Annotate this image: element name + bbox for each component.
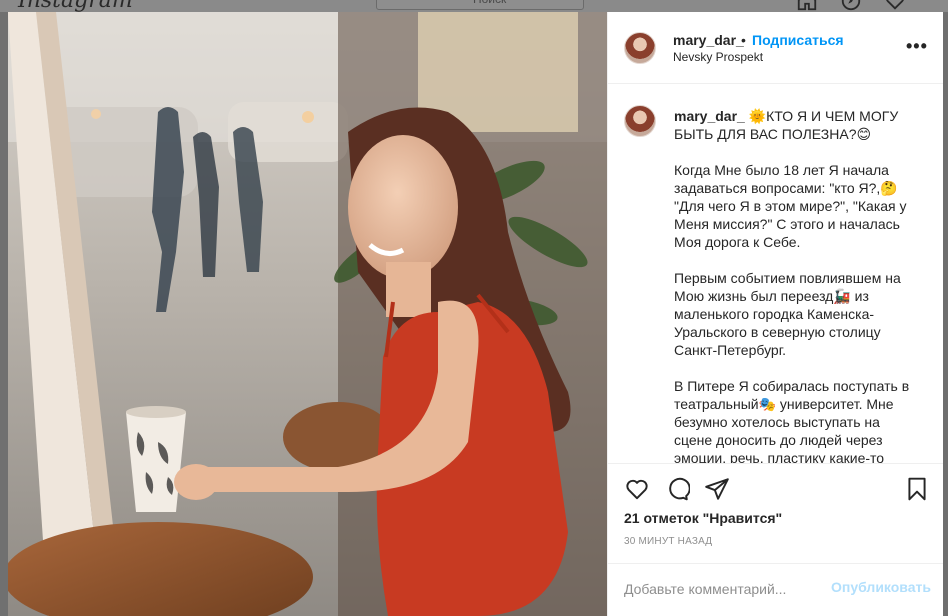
comment-input[interactable] bbox=[624, 578, 824, 600]
publish-button[interactable]: Опубликовать bbox=[831, 579, 931, 595]
instagram-logo: Instagram bbox=[18, 0, 133, 12]
comment-icon[interactable] bbox=[664, 476, 690, 502]
post-photo bbox=[8, 12, 607, 616]
caption-paragraph-1: Когда Мне было 18 лет Я начала задаватьс… bbox=[674, 162, 907, 250]
share-icon[interactable] bbox=[704, 476, 730, 502]
post-panel: mary_dar_ • Подписаться Nevsky Prospekt … bbox=[607, 12, 944, 616]
likes-count[interactable]: 21 отметок "Нравится" bbox=[624, 510, 782, 526]
post-timestamp[interactable]: 30 МИНУТ НАЗАД bbox=[624, 536, 712, 547]
avatar[interactable] bbox=[624, 32, 656, 64]
separator-dot: • bbox=[741, 32, 746, 48]
caption-paragraph-2: Первым событием повлиявшем на Мою жизнь … bbox=[674, 270, 901, 358]
home-icon bbox=[797, 0, 817, 11]
search-input: Поиск bbox=[376, 0, 584, 10]
heart-icon bbox=[886, 0, 904, 10]
caption-avatar[interactable] bbox=[624, 105, 656, 137]
caption-username[interactable]: mary_dar_ bbox=[674, 108, 745, 124]
like-heart-icon[interactable] bbox=[624, 476, 650, 502]
photo-illustration bbox=[8, 12, 607, 616]
post-location[interactable]: Nevsky Prospekt bbox=[673, 50, 763, 64]
nav-icons bbox=[796, 0, 906, 12]
background-header: Instagram Поиск bbox=[0, 0, 948, 12]
follow-button[interactable]: Подписаться bbox=[752, 32, 844, 48]
post-username[interactable]: mary_dar_ bbox=[673, 32, 744, 48]
post-header: mary_dar_ • Подписаться Nevsky Prospekt … bbox=[608, 12, 944, 84]
caption-text: mary_dar_ 🌞КТО Я И ЧЕМ МОГУ БЫТЬ ДЛЯ ВАС… bbox=[674, 107, 914, 463]
caption-intro: mary_dar_ 🌞КТО Я И ЧЕМ МОГУ БЫТЬ ДЛЯ ВАС… bbox=[674, 107, 914, 143]
more-options-icon[interactable]: ••• bbox=[906, 36, 928, 57]
caption-section: mary_dar_ 🌞КТО Я И ЧЕМ МОГУ БЫТЬ ДЛЯ ВАС… bbox=[608, 85, 944, 463]
explore-icon bbox=[841, 0, 861, 11]
overlay-edge-left bbox=[0, 12, 8, 616]
caption-paragraph-3: В Питере Я собиралась поступать в театра… bbox=[674, 378, 910, 463]
bookmark-icon[interactable] bbox=[904, 476, 930, 502]
overlay-edge-right bbox=[943, 12, 948, 616]
comment-form: Опубликовать bbox=[608, 563, 944, 616]
post-actions: 21 отметок "Нравится" 30 МИНУТ НАЗАД bbox=[608, 463, 944, 563]
